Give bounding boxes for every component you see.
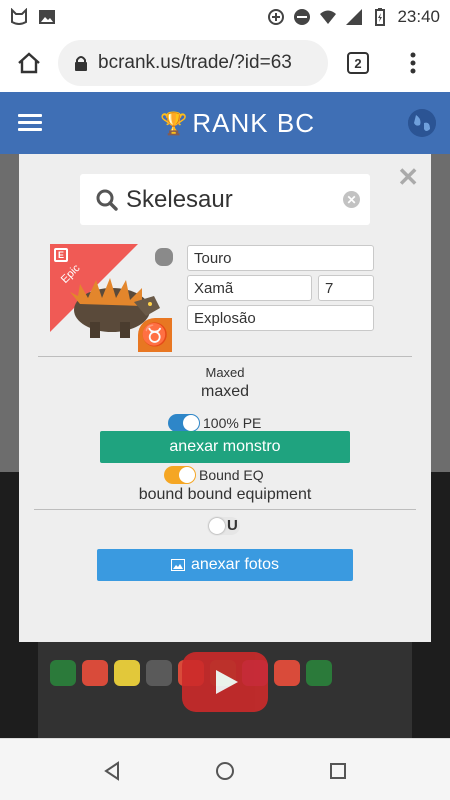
home-button[interactable] [0, 34, 58, 92]
browser-toolbar: bcrank.us/trade/?id=63 2 [0, 34, 450, 92]
site-logo[interactable]: 🏆 RANK BC [160, 108, 315, 139]
status-bar: 23:40 [0, 0, 450, 34]
monster-card: E Epic ♉ [50, 244, 172, 352]
trophy-icon: 🏆 [160, 110, 189, 136]
stone-icon [155, 248, 173, 266]
back-icon[interactable] [102, 761, 122, 781]
gem-icon [82, 660, 108, 686]
clear-search-icon[interactable]: ✕ [343, 191, 360, 208]
search-icon [96, 189, 118, 211]
divider [34, 509, 416, 510]
pe-toggle[interactable] [168, 414, 200, 432]
pe-toggle-label: 100% PE [203, 415, 262, 431]
divider [38, 356, 412, 357]
maxed-label: Maxed [205, 365, 245, 380]
url-bar[interactable]: bcrank.us/trade/?id=63 [58, 40, 328, 86]
signal-icon [346, 9, 363, 25]
zodiac-taurus-icon: ♉ [138, 318, 172, 352]
element-field[interactable]: Explosão [187, 305, 374, 331]
cat-icon [11, 8, 27, 25]
battery-icon [375, 8, 386, 26]
monster-search-input[interactable]: Skelesaur ✕ [80, 174, 370, 225]
stars-field[interactable]: 7 [318, 275, 374, 301]
extra-toggle-label: U [227, 517, 238, 534]
gem-icon [306, 660, 332, 686]
dnd-icon [294, 9, 311, 25]
tab-count: 2 [347, 52, 369, 74]
search-value: Skelesaur [126, 185, 233, 213]
url-text: bcrank.us/trade/?id=63 [98, 52, 292, 73]
trade-modal: ✕ Skelesaur ✕ E Epic ♉ Touro Xamã 7 Expl… [19, 154, 431, 642]
bound-eq-value: bound bound equipment [138, 486, 312, 503]
recents-icon[interactable] [328, 761, 348, 781]
maxed-value: maxed [200, 383, 250, 400]
gem-icon [274, 660, 300, 686]
image-icon [39, 10, 55, 24]
youtube-play-icon[interactable] [182, 652, 268, 712]
gem-icon [114, 660, 140, 686]
home-icon [18, 52, 40, 74]
bound-eq-toggle[interactable] [164, 466, 196, 484]
site-header: 🏆 RANK BC [0, 92, 450, 154]
data-saver-icon [268, 9, 285, 25]
wifi-icon [320, 10, 337, 24]
bound-eq-toggle-label: Bound EQ [199, 467, 264, 483]
system-nav-bar [0, 738, 450, 800]
class-field[interactable]: Xamã [187, 275, 312, 301]
tabs-button[interactable]: 2 [328, 34, 388, 92]
sign-field[interactable]: Touro [187, 245, 374, 271]
image-icon [170, 559, 185, 571]
more-vert-icon [410, 52, 416, 74]
lock-icon [75, 56, 87, 71]
hamburger-menu-icon[interactable] [18, 114, 42, 132]
browser-menu-button[interactable] [388, 34, 438, 92]
attach-monster-button[interactable]: anexar monstro [100, 431, 350, 463]
home-nav-icon[interactable] [215, 761, 235, 781]
close-icon[interactable]: ✕ [397, 162, 419, 193]
attach-photos-label: anexar fotos [190, 556, 280, 573]
globe-icon[interactable] [408, 109, 436, 137]
gem-icon [50, 660, 76, 686]
clock: 23:40 [397, 7, 440, 26]
logo-text: RANK BC [192, 108, 315, 138]
gem-icon [146, 660, 172, 686]
attach-photos-button[interactable]: anexar fotos [97, 549, 353, 581]
